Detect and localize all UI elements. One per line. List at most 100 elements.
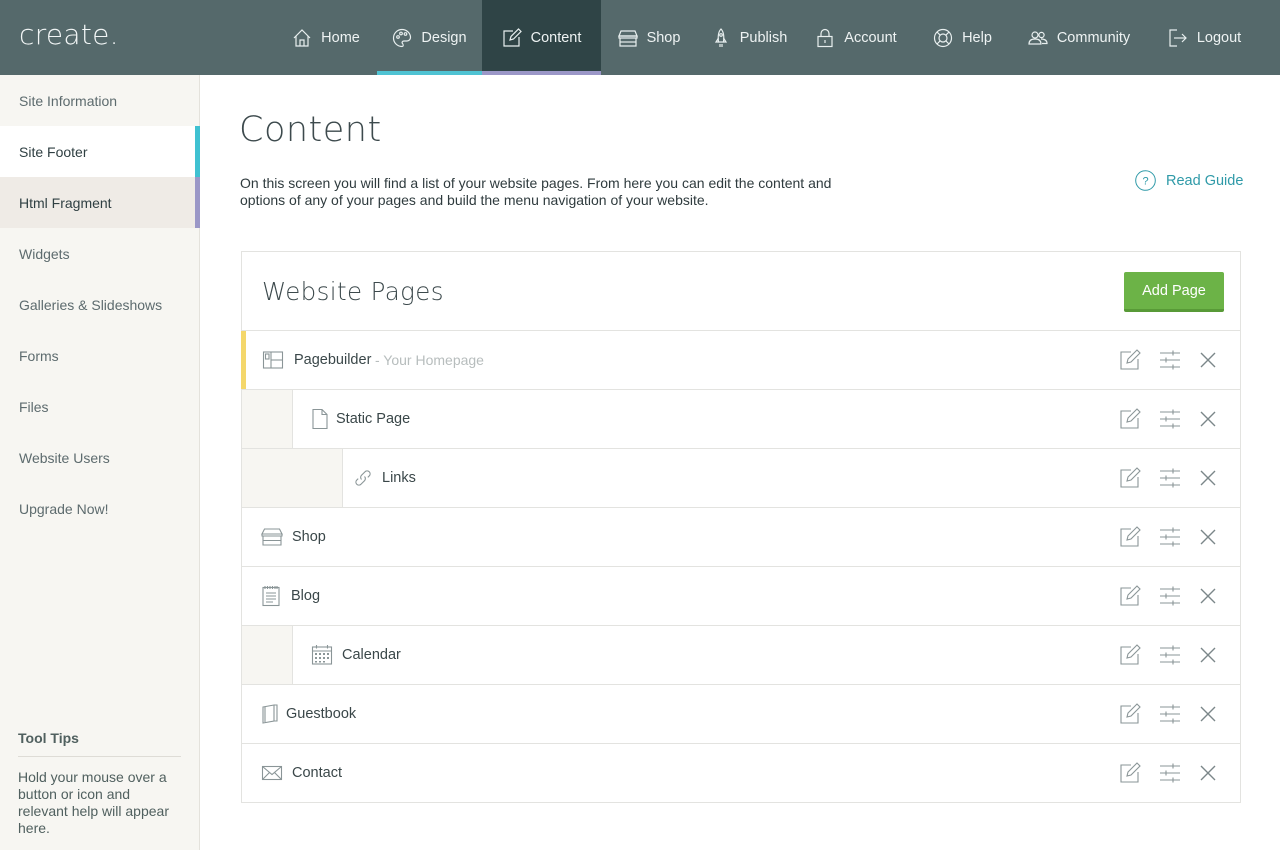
website-pages-panel: Website Pages Add Page Pagebuilder - You… bbox=[241, 251, 1241, 803]
delete-icon[interactable] bbox=[1196, 761, 1220, 785]
page-row-label[interactable]: Calendar bbox=[342, 647, 401, 663]
sidebar-item-galleries-slideshows[interactable]: Galleries & Slideshows bbox=[0, 279, 199, 330]
sidebar-item-site-footer[interactable]: Site Footer bbox=[0, 126, 200, 177]
sidebar-item-widgets[interactable]: Widgets bbox=[0, 228, 199, 279]
indent-divider bbox=[292, 390, 293, 448]
shop-icon bbox=[261, 526, 283, 548]
link-icon bbox=[352, 467, 374, 489]
sidebar-item-label: Files bbox=[19, 398, 49, 415]
logout-icon bbox=[1168, 28, 1188, 48]
lifebuoy-icon bbox=[933, 28, 953, 48]
svg-text:?: ? bbox=[1142, 176, 1148, 188]
delete-icon[interactable] bbox=[1196, 407, 1220, 431]
nav-home[interactable]: Home bbox=[276, 0, 376, 75]
page-row-static-page[interactable]: Static Page bbox=[242, 389, 1240, 448]
edit-icon[interactable] bbox=[1118, 761, 1142, 785]
nav-shop-label: Shop bbox=[646, 29, 681, 46]
nav-logout[interactable]: Logout bbox=[1160, 0, 1249, 75]
page-row-contact[interactable]: Contact bbox=[242, 743, 1240, 802]
nav-account[interactable]: Account bbox=[808, 0, 904, 75]
settings-sliders-icon[interactable] bbox=[1158, 407, 1182, 431]
page-row-label[interactable]: Pagebuilder bbox=[294, 352, 371, 368]
page-row-blog[interactable]: Blog bbox=[242, 566, 1240, 625]
delete-icon[interactable] bbox=[1196, 466, 1220, 490]
indent-spacer bbox=[242, 390, 292, 448]
nav-design-label: Design bbox=[421, 29, 467, 46]
nav-publish[interactable]: Publish bbox=[704, 0, 794, 75]
calendar-icon bbox=[311, 644, 333, 666]
lock-icon bbox=[815, 28, 835, 48]
indent-divider bbox=[342, 449, 343, 507]
nav-content-label: Content bbox=[530, 29, 582, 46]
page-row-label[interactable]: Links bbox=[382, 470, 416, 486]
nav-logout-label: Logout bbox=[1196, 29, 1242, 46]
settings-sliders-icon[interactable] bbox=[1158, 525, 1182, 549]
delete-icon[interactable] bbox=[1196, 643, 1220, 667]
add-page-button[interactable]: Add Page bbox=[1124, 272, 1224, 312]
settings-sliders-icon[interactable] bbox=[1158, 761, 1182, 785]
page-row-pagebuilder[interactable]: Pagebuilder - Your Homepage bbox=[241, 330, 1240, 389]
sidebar-selection-marker bbox=[195, 177, 200, 228]
page-row-guestbook[interactable]: Guestbook bbox=[242, 684, 1240, 743]
sidebar-item-label: Html Fragment bbox=[19, 194, 112, 211]
read-guide-label: Read Guide bbox=[1166, 172, 1244, 189]
tool-tips-text: Hold your mouse over a button or icon an… bbox=[18, 769, 169, 836]
sidebar-item-files[interactable]: Files bbox=[0, 381, 199, 432]
blog-icon bbox=[260, 585, 282, 607]
home-icon bbox=[292, 28, 312, 48]
sidebar-item-html-fragment[interactable]: Html Fragment bbox=[0, 177, 200, 228]
shop-icon bbox=[617, 28, 638, 48]
homepage-tag: - Your Homepage bbox=[375, 352, 484, 368]
indent-spacer bbox=[242, 449, 342, 507]
page-row-label[interactable]: Contact bbox=[292, 765, 342, 781]
edit-icon[interactable] bbox=[1118, 466, 1142, 490]
nav-content-underline bbox=[482, 71, 601, 75]
rocket-icon bbox=[711, 27, 731, 48]
edit-icon[interactable] bbox=[1118, 584, 1142, 608]
delete-icon[interactable] bbox=[1196, 348, 1220, 372]
nav-help-label: Help bbox=[962, 29, 992, 46]
settings-sliders-icon[interactable] bbox=[1158, 702, 1182, 726]
page-row-calendar[interactable]: Calendar bbox=[242, 625, 1240, 684]
page-row-label[interactable]: Shop bbox=[292, 529, 326, 545]
edit-icon[interactable] bbox=[1118, 348, 1142, 372]
delete-icon[interactable] bbox=[1196, 525, 1220, 549]
page-row-shop[interactable]: Shop bbox=[242, 507, 1240, 566]
edit-icon[interactable] bbox=[1118, 407, 1142, 431]
delete-icon[interactable] bbox=[1196, 702, 1220, 726]
nav-home-label: Home bbox=[321, 29, 360, 46]
sidebar-item-upgrade-now[interactable]: Upgrade Now! bbox=[0, 483, 199, 534]
settings-sliders-icon[interactable] bbox=[1158, 348, 1182, 372]
edit-icon[interactable] bbox=[1118, 525, 1142, 549]
page-row-label[interactable]: Static Page bbox=[336, 411, 410, 427]
nav-design[interactable]: Design bbox=[377, 0, 482, 75]
layout-icon bbox=[262, 349, 284, 371]
nav-community[interactable]: Community bbox=[1022, 0, 1136, 75]
delete-icon[interactable] bbox=[1196, 584, 1220, 608]
sidebar-item-label: Galleries & Slideshows bbox=[19, 296, 163, 313]
document-icon bbox=[309, 408, 331, 430]
nav-shop[interactable]: Shop bbox=[607, 0, 691, 75]
nav-content[interactable]: Content bbox=[482, 0, 601, 75]
page-row-label[interactable]: Blog bbox=[291, 588, 320, 604]
page-row-label[interactable]: Guestbook bbox=[286, 706, 356, 722]
edit-icon[interactable] bbox=[1118, 643, 1142, 667]
sidebar-item-site-information[interactable]: Site Information bbox=[0, 75, 199, 126]
indent-divider bbox=[292, 626, 293, 684]
settings-sliders-icon[interactable] bbox=[1158, 466, 1182, 490]
sidebar-item-label: Site Footer bbox=[19, 143, 88, 160]
read-guide-link[interactable]: ? Read Guide bbox=[1135, 170, 1243, 191]
sidebar-selection-marker bbox=[195, 126, 200, 177]
settings-sliders-icon[interactable] bbox=[1158, 643, 1182, 667]
palette-icon bbox=[392, 28, 412, 48]
tool-tips-title: Tool Tips bbox=[18, 730, 181, 757]
nav-help[interactable]: Help bbox=[924, 0, 1001, 75]
settings-sliders-icon[interactable] bbox=[1158, 584, 1182, 608]
top-navigation-bar: create. Home Design Content Shop Publish… bbox=[0, 0, 1280, 75]
page-row-links[interactable]: Links bbox=[242, 448, 1240, 507]
sidebar-item-website-users[interactable]: Website Users bbox=[0, 432, 199, 483]
edit-icon[interactable] bbox=[1118, 702, 1142, 726]
edit-icon bbox=[502, 27, 522, 48]
sidebar-item-forms[interactable]: Forms bbox=[0, 330, 199, 381]
question-circle-icon: ? bbox=[1135, 170, 1156, 191]
